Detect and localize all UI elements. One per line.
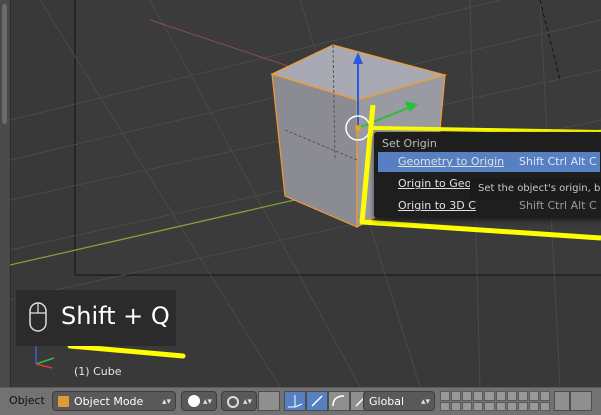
manipulator-buttons <box>284 391 372 411</box>
keycast-overlay: Shift + Q <box>16 290 176 346</box>
translate-icon[interactable] <box>306 391 328 411</box>
viewport-header: Object Object Mode ▴▾ ▴▾ ▴▾ Global ▴▾ <box>0 387 601 415</box>
set-origin-menu: Set Origin Geometry to Origin Shift Ctrl… <box>374 132 601 218</box>
menu-title: Set Origin <box>382 137 437 150</box>
pivot-dropdown[interactable]: ▴▾ <box>221 391 257 411</box>
pivot-icon <box>227 396 239 408</box>
updown-arrow-icon: ▴▾ <box>161 397 171 407</box>
axis-orientation-icon <box>35 346 55 369</box>
updown-arrow-icon: ▴▾ <box>202 397 212 407</box>
object-menu[interactable]: Object <box>9 394 45 407</box>
mode-dropdown[interactable]: Object Mode ▴▾ <box>52 391 176 411</box>
rotate-icon[interactable] <box>328 391 350 411</box>
manipulator-icon[interactable] <box>284 391 306 411</box>
updown-arrow-icon: ▴▾ <box>420 397 430 407</box>
snap-icon[interactable] <box>570 391 592 411</box>
active-object-label: (1) Cube <box>74 365 122 378</box>
keycast-keys: Shift + Q <box>61 302 170 330</box>
orientation-dropdown[interactable]: Global ▴▾ <box>363 391 435 411</box>
menu-item-shortcut: Shift Ctrl Alt C <box>519 155 597 168</box>
layer-buttons[interactable] <box>440 391 550 411</box>
highlight-stroke-keycast <box>67 343 186 359</box>
menu-tooltip: Set the object's origin, b <box>470 178 601 200</box>
menu-item-label: Origin to 3D C <box>398 199 476 212</box>
mouse-icon <box>29 302 47 332</box>
cube-mode-icon <box>58 396 69 407</box>
manipulator-toggle[interactable] <box>258 391 280 411</box>
solid-shading-icon <box>188 395 200 407</box>
menu-item-geometry-to-origin[interactable]: Geometry to Origin Shift Ctrl Alt C <box>378 152 600 172</box>
updown-arrow-icon: ▴▾ <box>242 397 252 407</box>
orientation-dropdown-value: Global <box>369 395 405 408</box>
menu-item-label: Geometry to Origin <box>398 155 505 168</box>
proportional-edit-group <box>258 391 280 411</box>
mode-dropdown-value: Object Mode <box>74 395 144 408</box>
shading-dropdown[interactable]: ▴▾ <box>181 391 217 411</box>
lock-layer-group <box>554 391 592 411</box>
lock-icon[interactable] <box>554 391 570 411</box>
3d-viewport[interactable]: Set Origin Geometry to Origin Shift Ctrl… <box>0 0 601 387</box>
menu-item-label: Origin to Geon <box>398 177 479 190</box>
